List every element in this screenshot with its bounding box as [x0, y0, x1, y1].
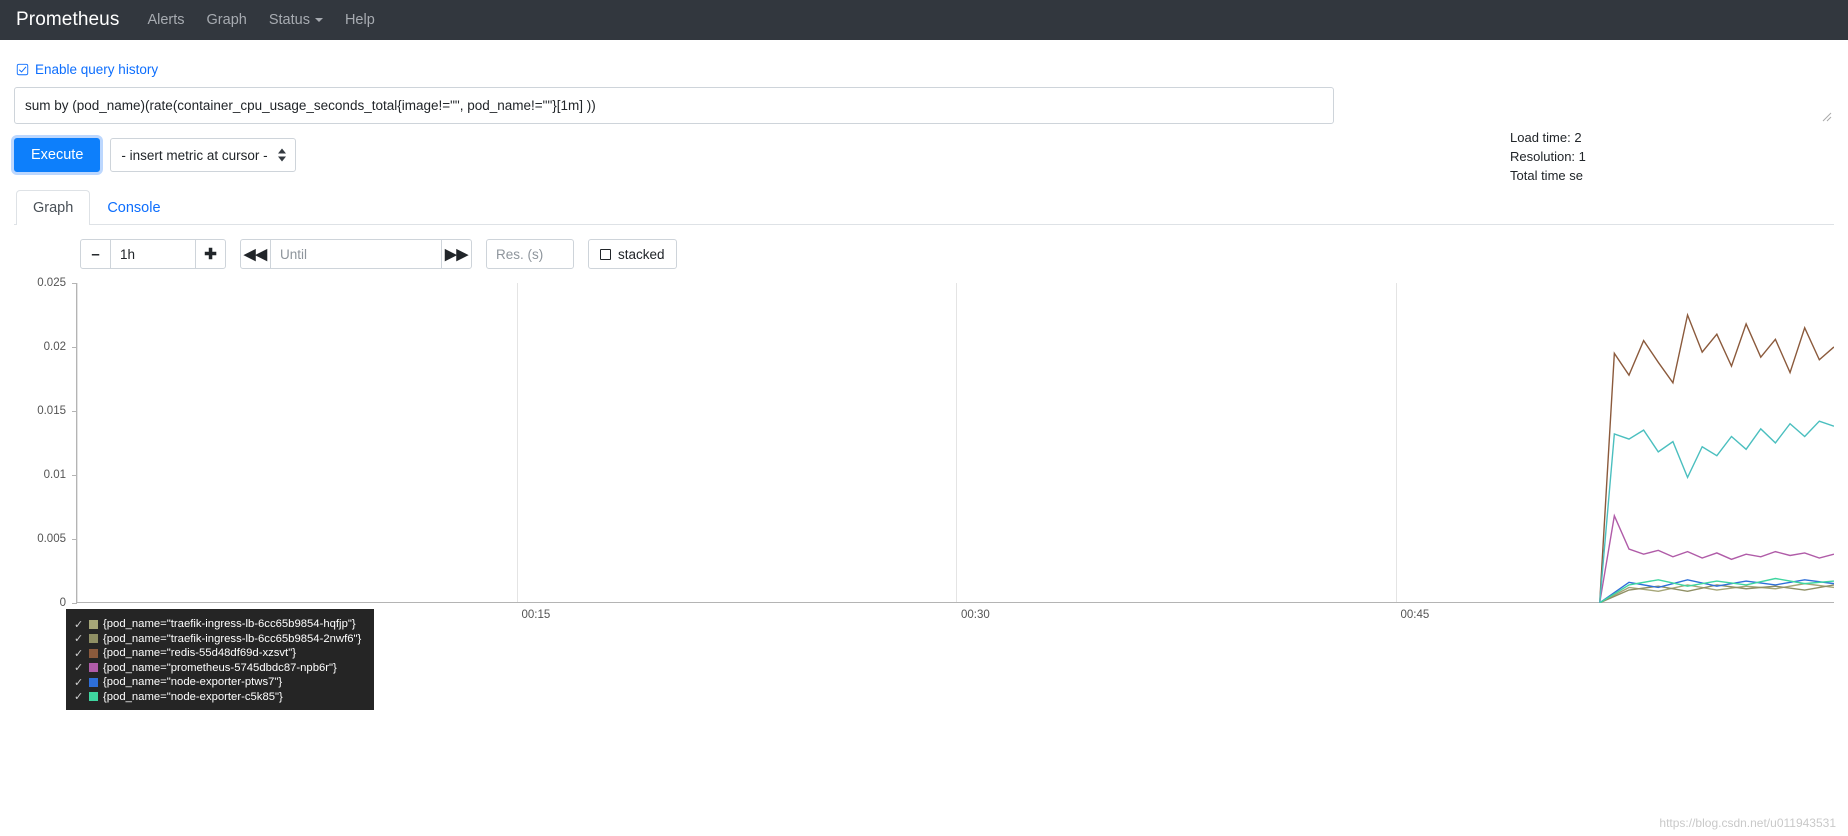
y-axis-tick-label: 0 [59, 597, 66, 609]
tab-graph[interactable]: Graph [16, 190, 91, 225]
legend-color-swatch [89, 692, 98, 702]
resolution-input[interactable]: Res. (s) [486, 239, 574, 269]
y-axis-labels: 0.025 0.02 0.015 0.01 0.005 0 [14, 277, 72, 609]
y-axis-tick-mark [72, 603, 77, 604]
legend-check-icon[interactable]: ✓ [74, 618, 84, 631]
chart-series-line [1599, 312, 1834, 603]
stacked-toggle[interactable]: stacked [588, 239, 677, 269]
range-decrease-button[interactable]: – [80, 239, 111, 269]
legend-color-swatch [89, 648, 98, 658]
chart-series-line [1599, 420, 1834, 603]
legend-item[interactable]: ✓ {pod_name="traefik-ingress-lb-6cc65b985… [66, 632, 374, 647]
x-axis-tick-label: 00:15 [521, 609, 551, 621]
legend-item[interactable]: ✓ {pod_name="traefik-ingress-lb-6cc65b985… [66, 617, 374, 632]
legend-item-label: {pod_name="node-exporter-ptws7"} [103, 676, 283, 689]
legend-check-icon[interactable]: ✓ [74, 690, 84, 703]
legend-item-label: {pod_name="traefik-ingress-lb-6cc65b9854… [103, 618, 356, 631]
stat-resolution: Resolution: 1 [1510, 149, 1586, 164]
watermark: https://blog.csdn.net/u011943531 [1659, 816, 1836, 830]
stat-load-time: Load time: 2 [1510, 130, 1582, 145]
execute-button[interactable]: Execute [14, 138, 101, 172]
legend-item-label: {pod_name="traefik-ingress-lb-6cc65b9854… [103, 632, 362, 645]
until-input-group: ◀◀ Until ▶▶ [240, 239, 472, 269]
insert-metric-select-label: - insert metric at cursor - [121, 147, 268, 163]
navbar: Prometheus Alerts Graph Status Help [0, 0, 1848, 40]
legend-check-icon[interactable]: ✓ [74, 632, 84, 645]
chevron-down-icon [314, 18, 323, 22]
x-gridline [956, 283, 957, 602]
checkbox-checked-icon[interactable] [16, 63, 29, 76]
x-gridline [77, 283, 78, 602]
select-arrows-icon [278, 148, 287, 162]
tab-bar: Graph Console [14, 190, 1834, 225]
legend-check-icon[interactable]: ✓ [74, 676, 84, 689]
expression-input[interactable] [14, 87, 1334, 124]
query-stats: Load time: 2 Resolution: 1 Total time se [1510, 128, 1848, 185]
until-input[interactable]: Until [271, 239, 441, 269]
nav-link-status[interactable]: Status [269, 12, 323, 28]
range-increase-button[interactable]: ✚ [195, 239, 226, 269]
x-gridline [1395, 283, 1397, 602]
y-axis-tick-label: 0.02 [43, 341, 66, 353]
page-body: Enable query history Load time: 2 Resolu… [0, 40, 1848, 643]
legend-item-label: {pod_name="prometheus-5745dbdc87-npb6r"} [103, 661, 337, 674]
range-input-group: – 1h ✚ [80, 239, 226, 269]
insert-metric-select[interactable]: - insert metric at cursor - [110, 138, 297, 172]
legend-check-icon[interactable]: ✓ [74, 661, 84, 674]
nav-link-help[interactable]: Help [345, 12, 375, 28]
query-history-row[interactable]: Enable query history [14, 40, 1834, 87]
legend-item[interactable]: ✓ {pod_name="node-exporter-ptws7"} [66, 675, 374, 690]
range-input[interactable]: 1h [111, 239, 195, 269]
tab-console[interactable]: Console [90, 190, 177, 225]
stat-total-time-series: Total time se [1510, 168, 1583, 183]
nav-link-help-label: Help [344, 12, 375, 28]
x-axis-tick-label: 00:45 [1400, 609, 1430, 621]
nav-link-graph[interactable]: Graph [207, 12, 247, 28]
legend-check-icon[interactable]: ✓ [74, 647, 84, 660]
graph-controls: – 1h ✚ ◀◀ Until ▶▶ Res. (s) stacked [14, 225, 1834, 269]
legend-color-swatch [89, 619, 98, 629]
step-backward-button[interactable]: ◀◀ [240, 239, 271, 269]
expression-wrapper [14, 87, 1834, 124]
plot-canvas[interactable] [72, 283, 1834, 604]
graph-plot: 0.0250.020.0150.010.0050 00:0000:1500:30… [14, 277, 1834, 643]
checkbox-unchecked-icon [600, 248, 611, 260]
x-gridline [516, 283, 518, 602]
nav-link-alerts[interactable]: Alerts [147, 12, 184, 28]
stacked-toggle-label: stacked [618, 246, 665, 262]
resize-grip-icon[interactable] [1820, 110, 1832, 122]
y-axis-tick-label: 0.01 [43, 469, 66, 481]
nav-links: Alerts Graph Status Help [147, 12, 374, 28]
y-axis-tick-label: 0.015 [37, 405, 66, 417]
nav-link-alerts-label: Alerts [147, 12, 185, 28]
legend-color-swatch [89, 677, 98, 687]
brand-logo[interactable]: Prometheus [16, 9, 119, 31]
legend-item[interactable]: ✓ {pod_name="node-exporter-c5k85"} [66, 690, 374, 705]
legend-color-swatch [89, 663, 98, 673]
legend-item-label: {pod_name="node-exporter-c5k85"} [103, 690, 283, 703]
enable-query-history-label[interactable]: Enable query history [35, 62, 158, 77]
nav-link-status-label: Status [268, 12, 310, 28]
legend-item[interactable]: ✓ {pod_name="prometheus-5745dbdc87-npb6r"… [66, 661, 374, 676]
y-axis-tick-label: 0.005 [37, 533, 66, 545]
graph-legend: ✓ {pod_name="traefik-ingress-lb-6cc65b985… [66, 609, 374, 710]
legend-item-label: {pod_name="redis-55d48df69d-xzsvt"} [103, 647, 296, 660]
step-forward-button[interactable]: ▶▶ [441, 239, 472, 269]
legend-color-swatch [89, 634, 98, 644]
nav-link-graph-label: Graph [206, 12, 247, 28]
legend-item[interactable]: ✓ {pod_name="redis-55d48df69d-xzsvt"} [66, 646, 374, 661]
x-axis-tick-label: 00:30 [961, 609, 990, 621]
y-axis-tick-label: 0.025 [37, 277, 66, 289]
